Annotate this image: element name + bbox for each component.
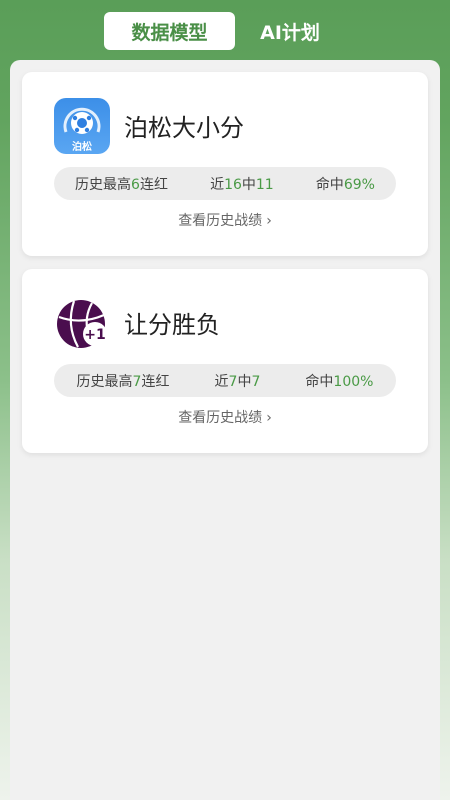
poisson-soccer-icon: 泊松 bbox=[54, 98, 110, 154]
stat-recent: 近7中7 bbox=[214, 373, 261, 390]
model-card-handicap[interactable]: +1 让分胜负 历史最高7连红 近7中7 命中100% 查看历史战绩 › bbox=[22, 269, 428, 453]
stat-hit-rate: 命中69% bbox=[315, 176, 375, 193]
view-history-link[interactable]: 查看历史战绩 › bbox=[22, 210, 428, 230]
model-card-poisson[interactable]: 泊松 泊松大小分 历史最高6连红 近16中11 命中69% 查看历史战绩 › bbox=[22, 72, 428, 256]
stat-streak: 历史最高6连红 bbox=[75, 176, 168, 193]
chevron-right-icon: › bbox=[266, 213, 272, 229]
stats-bar: 历史最高6连红 近16中11 命中69% bbox=[54, 167, 396, 200]
basketball-plus-one-icon: +1 bbox=[57, 300, 107, 348]
card-title: 让分胜负 bbox=[124, 311, 220, 339]
stat-hit-rate: 命中100% bbox=[305, 373, 374, 390]
tab-ai-plan[interactable]: AI计划 bbox=[250, 12, 330, 50]
stats-bar: 历史最高7连红 近7中7 命中100% bbox=[54, 364, 396, 397]
stat-recent: 近16中11 bbox=[210, 176, 274, 193]
chevron-right-icon: › bbox=[266, 410, 272, 426]
tab-data-model[interactable]: 数据模型 bbox=[104, 12, 235, 50]
view-history-link[interactable]: 查看历史战绩 › bbox=[22, 407, 428, 427]
top-tab-bar: 数据模型 AI计划 bbox=[0, 12, 450, 50]
card-title: 泊松大小分 bbox=[124, 114, 244, 142]
stat-streak: 历史最高7连红 bbox=[76, 373, 170, 390]
logo-text: 泊松 bbox=[72, 140, 92, 153]
logo-text: +1 bbox=[84, 327, 105, 343]
